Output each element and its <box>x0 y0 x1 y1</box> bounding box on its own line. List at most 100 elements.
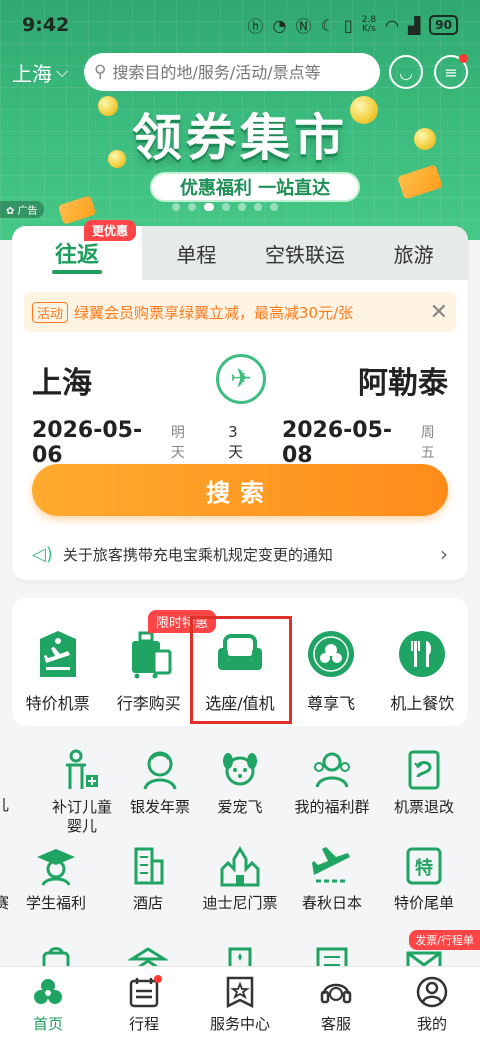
notification-dot <box>154 975 162 983</box>
senior-icon <box>138 748 182 792</box>
grid-item-pet[interactable]: 爱宠飞 <box>194 748 286 817</box>
tab-travel[interactable]: 旅游 <box>359 226 468 280</box>
quick-label: 尊享飞 <box>307 694 356 713</box>
city-selector[interactable]: 上海 ⌵ <box>12 58 82 87</box>
grid-item-hotel[interactable]: 酒店 <box>102 844 194 913</box>
search-bar[interactable]: ⚲ <box>84 53 380 91</box>
grid-item-welfare-group[interactable]: 我的福利群 <box>286 748 378 817</box>
luggage-icon <box>123 628 175 680</box>
pet-icon <box>218 748 262 792</box>
departure-city[interactable]: 上海 <box>32 358 92 402</box>
grid-label: 特价尾单 <box>393 894 454 912</box>
quick-item-meals[interactable]: 机上餐饮 <box>377 628 468 714</box>
quick-item-luggage[interactable]: 行李购买 <box>103 628 194 714</box>
trip-duration: 3天 <box>228 423 244 461</box>
user-icon <box>415 975 449 1009</box>
search-input[interactable] <box>112 62 363 82</box>
edge-label: 赛 <box>0 894 10 912</box>
carousel-dots <box>172 203 278 211</box>
wifi-icon: ◠ <box>385 15 399 35</box>
plane-icon: ✈ <box>230 364 252 394</box>
customer-service-button[interactable]: ◡ <box>389 55 423 89</box>
grid-item-senior-pass[interactable]: 银发年票 <box>114 748 206 817</box>
tab-round-trip[interactable]: 往返 更优惠 <box>12 220 142 280</box>
invoice-badge: 发票/行程单 <box>409 930 480 950</box>
status-bar: 9:42 ⓗ ◔ Ⓝ ☾ ▯ 2.8 K/s ◠ ▟ 90 <box>0 0 480 50</box>
return-date[interactable]: 2026-05-08 <box>282 418 419 468</box>
quick-services: 特价机票 行李购买 选座/值机 尊享飞 机上餐饮 限时特惠 <box>12 598 468 726</box>
header-banner[interactable]: 9:42 ⓗ ◔ Ⓝ ☾ ▯ 2.8 K/s ◠ ▟ 90 上海 ⌵ ⚲ ◡ ≡ <box>0 0 480 240</box>
fork-knife-icon <box>396 628 448 680</box>
grid-item-refund[interactable]: 机票退改 <box>378 748 470 817</box>
quick-label: 机上餐饮 <box>390 694 455 713</box>
quick-item-cheap-tickets[interactable]: 特价机票 <box>12 628 103 714</box>
group-icon <box>310 748 354 792</box>
promo-text: 绿翼会员购票享绿翼立减，最高减30元/张 <box>74 303 354 322</box>
quick-label: 行李购买 <box>116 694 181 713</box>
status-time: 9:42 <box>22 14 70 36</box>
depart-day: 明天 <box>170 425 185 461</box>
battery-indicator: 90 <box>429 15 458 35</box>
arrival-city[interactable]: 阿勒泰 <box>358 358 448 402</box>
promo-tag: 活动 <box>32 301 69 323</box>
grid-item-disney[interactable]: 迪士尼门票 <box>194 844 286 913</box>
star-badge-icon <box>223 975 257 1009</box>
tab-air-rail[interactable]: 空铁联运 <box>251 226 360 280</box>
network-speed: 2.8 K/s <box>361 15 377 34</box>
nav-label: 服务中心 <box>209 1015 270 1033</box>
signal-icon: ▟ <box>407 15 421 35</box>
nav-label: 首页 <box>32 1015 63 1033</box>
plane-icon <box>310 844 354 888</box>
vibrate-icon: ▯ <box>343 15 353 35</box>
headset-icon: ◡ <box>399 62 413 82</box>
quick-item-premium[interactable]: 尊享飞 <box>286 628 377 714</box>
notice-text: 关于旅客携带充电宝乘机规定变更的通知 <box>62 545 333 564</box>
grid-item-student[interactable]: 学生福利 <box>10 844 102 913</box>
edge-label: 儿 <box>0 796 10 814</box>
search-button[interactable]: 搜索 <box>32 464 448 516</box>
city-label: 上海 <box>12 61 52 86</box>
nav-service-center[interactable]: 服务中心 <box>192 967 288 1040</box>
grid-label: 补订儿童婴儿 <box>51 798 112 835</box>
grid-label: 银发年票 <box>129 798 190 816</box>
search-icon: ⚲ <box>94 62 107 82</box>
nav-support[interactable]: 客服 <box>288 967 384 1040</box>
bottom-nav: 首页 行程 服务中心 客服 我的 <box>0 966 480 1040</box>
top-bar: 上海 ⌵ ⚲ ◡ ≡ <box>0 50 480 94</box>
grid-label: 春秋日本 <box>301 894 362 912</box>
banner-subtitle: 优惠福利 一站直达 <box>150 172 360 202</box>
close-icon[interactable]: ✕ <box>430 300 448 325</box>
castle-icon <box>218 844 262 888</box>
nav-label: 我的 <box>416 1015 447 1033</box>
message-button[interactable]: ≡ <box>434 54 468 89</box>
headset-icon <box>319 975 353 1009</box>
svg-text:特: 特 <box>415 857 433 879</box>
quick-label: 特价机票 <box>25 694 90 713</box>
grid-label: 迪士尼门票 <box>202 894 278 912</box>
banner-title: 领券集市 <box>132 109 348 167</box>
route-selector: 上海 ✈ 阿勒泰 <box>32 352 448 408</box>
grid-label: 机票退改 <box>393 798 454 816</box>
tab-round-trip-label: 往返 <box>54 243 99 268</box>
nav-profile[interactable]: 我的 <box>384 967 480 1040</box>
tab-badge: 更优惠 <box>84 220 137 241</box>
nav-itinerary[interactable]: 行程 <box>96 967 192 1040</box>
grid-item-last-minute[interactable]: 特 特价尾单 <box>378 844 470 913</box>
grid-label: 我的福利群 <box>294 798 370 816</box>
hotel-icon <box>126 844 170 888</box>
trip-type-tabs: 往返 更优惠 单程 空铁联运 旅游 <box>12 220 468 280</box>
notice-bar[interactable]: ◁) 关于旅客携带充电宝乘机规定变更的通知 › <box>32 540 448 568</box>
refund-icon <box>402 748 446 792</box>
return-day: 周五 <box>420 425 435 461</box>
depart-date[interactable]: 2026-05-06 <box>32 418 169 468</box>
gauge-icon: ◔ <box>272 15 287 35</box>
chat-icon: ≡ <box>444 62 458 82</box>
nav-home[interactable]: 首页 <box>0 967 96 1040</box>
ad-label: 广告 <box>17 206 38 217</box>
booking-card: 往返 更优惠 单程 空铁联运 旅游 活动 绿翼会员购票享绿翼立减，最高减30元/… <box>12 220 468 580</box>
highlight-box <box>190 616 292 724</box>
grid-item-japan[interactable]: 春秋日本 <box>286 844 378 913</box>
swap-cities-button[interactable]: ✈ <box>216 354 266 404</box>
tab-one-way[interactable]: 单程 <box>142 226 251 280</box>
promo-banner[interactable]: 活动 绿翼会员购票享绿翼立减，最高减30元/张 ✕ <box>24 292 456 332</box>
